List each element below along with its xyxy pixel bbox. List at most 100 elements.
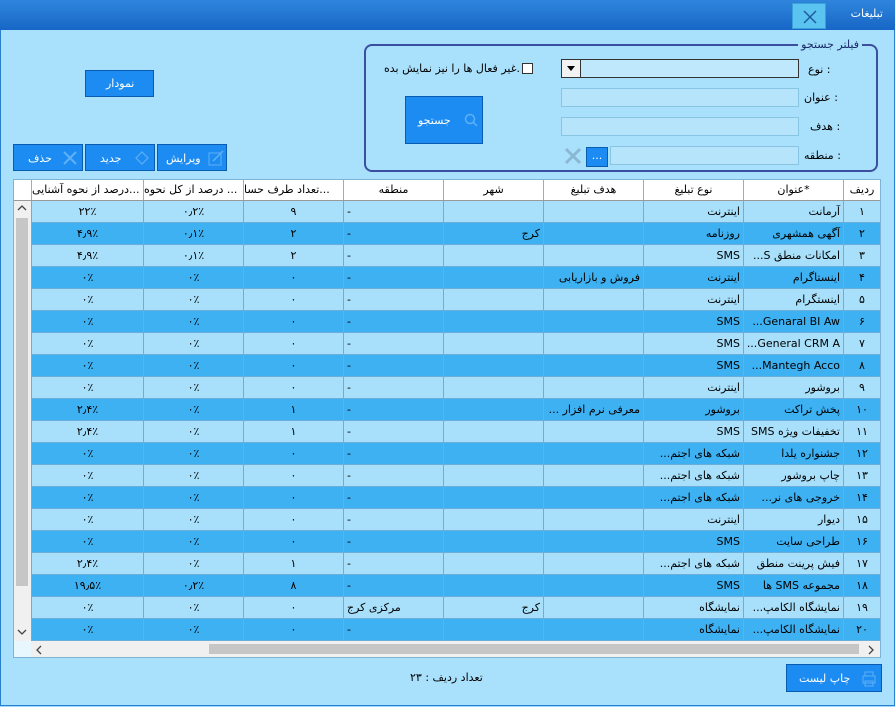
print-list-button[interactable]: چاپ لیست <box>786 664 882 692</box>
table-cell <box>443 333 543 355</box>
table-cell: ۰٫۲٪ <box>143 201 243 223</box>
table-cell <box>443 311 543 333</box>
table-cell: - <box>343 333 443 355</box>
table-row[interactable]: ۲ آگهی همشهری روزنامه کرج -۲ ۰٫۱٪ ۴٫۹٪ <box>14 223 880 245</box>
table-cell: ۱ <box>843 201 880 223</box>
table-row[interactable]: ۳ امکانات منطق S... SMS -۲ ۰٫۱٪ ۴٫۹٪ <box>14 245 880 267</box>
table-cell: ۲٫۴٪ <box>31 553 143 575</box>
chevron-down-icon[interactable] <box>561 59 581 78</box>
table-cell: امکانات منطق S... <box>743 245 843 267</box>
table-cell: پخش تراکت <box>743 399 843 421</box>
col-header[interactable]: منطقه <box>343 180 443 200</box>
scroll-down-icon[interactable] <box>17 628 27 636</box>
table-cell: ۲٫۴٪ <box>31 399 143 421</box>
scroll-left-icon[interactable] <box>35 645 43 655</box>
table-cell: طراحی سایت <box>743 531 843 553</box>
close-button[interactable] <box>792 3 826 29</box>
chart-button[interactable]: نمودار <box>85 70 154 97</box>
table-row[interactable]: ۴ اینستاگرام اینترنت فروش و بازاریابی -۰ ۰٪ ۰٪ <box>14 267 880 289</box>
table-cell: ۰ <box>243 267 343 289</box>
new-button[interactable]: جدید <box>85 144 155 171</box>
col-header[interactable]: نوع تبلیغ <box>643 180 743 200</box>
table-cell: ۲ <box>243 245 343 267</box>
col-header-label: نوع تبلیغ <box>674 183 713 196</box>
table-cell <box>543 597 643 619</box>
filter-legend: فیلتر جستجو <box>798 38 862 51</box>
vertical-scroll-thumb[interactable] <box>16 218 28 586</box>
col-header[interactable]: هدف تبلیغ <box>543 180 643 200</box>
table-row[interactable]: ۸ Mantegh Acco... SMS -۰ ۰٪ ۰٪ <box>14 355 880 377</box>
table-cell <box>543 487 643 509</box>
table-cell <box>443 509 543 531</box>
title-input[interactable] <box>561 88 799 107</box>
table-cell <box>543 465 643 487</box>
table-cell: ۰ <box>243 509 343 531</box>
col-header[interactable]: شهر <box>443 180 543 200</box>
table-cell <box>443 399 543 421</box>
table-cell <box>443 377 543 399</box>
table-cell: - <box>343 487 443 509</box>
table-cell: SMS <box>643 311 743 333</box>
table-row[interactable]: ۱۶ طراحی سایت SMS -۰ ۰٪ ۰٪ <box>14 531 880 553</box>
table-row[interactable]: ۱۷ فیش پرینت منطق شبکه های اجتم... -۱ ۰٪ ۲٫۴٪ <box>14 553 880 575</box>
clear-region-icon[interactable] <box>563 146 583 166</box>
search-button[interactable]: جستجو <box>405 96 483 144</box>
col-header[interactable]: درصد از نحوه آشنایی... <box>31 180 143 200</box>
table-row[interactable]: ۱۵ دیوار اینترنت -۰ ۰٪ ۰٪ <box>14 509 880 531</box>
table-cell: - <box>343 201 443 223</box>
table-cell: ۰ <box>243 289 343 311</box>
table-cell: آرمانت <box>743 201 843 223</box>
col-header-label: درصد از نحوه آشنایی... <box>32 183 140 196</box>
table-row[interactable]: ۷ General CRM A... SMS -۰ ۰٪ ۰٪ <box>14 333 880 355</box>
scroll-up-icon[interactable] <box>17 204 27 212</box>
ads-table[interactable]: درصد از نحوه آشنایی... درصد از کل نحوه .… <box>13 179 881 658</box>
table-row[interactable]: ۱۴ خروجی های نر... شبکه های اجتم... -۰ ۰٪ ۰٪ <box>14 487 880 509</box>
table-cell: ۵ <box>843 289 880 311</box>
edit-button[interactable]: ویرایش <box>157 144 227 171</box>
table-row[interactable]: ۱۳ چاپ بروشور شبکه های اجتم... -۰ ۰٪ ۰٪ <box>14 465 880 487</box>
table-row[interactable]: ۹ بروشور اینترنت -۰ ۰٪ ۰٪ <box>14 377 880 399</box>
col-header[interactable]: ردیف <box>843 180 880 200</box>
table-row[interactable]: ۱۲ جشنواره یلدا شبکه های اجتم... -۰ ۰٪ ۰٪ <box>14 443 880 465</box>
table-cell: ۰٪ <box>31 597 143 619</box>
region-browse-button[interactable]: ... <box>586 147 608 167</box>
table-cell: - <box>343 465 443 487</box>
table-cell: ۱۳ <box>843 465 880 487</box>
scroll-right-icon[interactable] <box>867 645 875 655</box>
col-header[interactable]: تعداد طرف حسا... <box>243 180 343 200</box>
table-row[interactable]: ۱۱ تخفیفات ویژه SMS SMS -۱ ۰٪ ۲٫۴٪ <box>14 421 880 443</box>
region-input[interactable] <box>610 146 799 165</box>
table-row[interactable]: ۵ اینستگرام اینترنت -۰ ۰٪ ۰٪ <box>14 289 880 311</box>
table-cell: - <box>343 377 443 399</box>
table-cell <box>443 553 543 575</box>
window-title: تبلیغات <box>850 7 883 20</box>
print-icon <box>862 671 876 687</box>
show-inactive-checkbox[interactable] <box>522 63 533 74</box>
show-inactive-label: غیر فعال ها را نیز نمایش بده. <box>384 62 520 75</box>
table-cell: بروشور <box>743 377 843 399</box>
table-row[interactable]: ۲۰ نمایشگاه الکامپ... نمایشگاه -۰ ۰٪ ۰٪ <box>14 619 880 641</box>
table-cell: ۰٪ <box>143 509 243 531</box>
table-cell <box>543 421 643 443</box>
type-select[interactable] <box>561 59 799 78</box>
horizontal-scrollbar[interactable] <box>31 641 880 657</box>
table-cell: ۰٫۱٪ <box>143 223 243 245</box>
table-cell: SMS <box>643 575 743 597</box>
delete-button[interactable]: حذف <box>13 144 83 171</box>
table-row[interactable]: ۱۸ مجموعه SMS ها SMS -۸ ۰٫۲٪ ۱۹٫۵٪ <box>14 575 880 597</box>
col-header[interactable]: درصد از کل نحوه ... <box>143 180 243 200</box>
table-row[interactable]: ۱ آرمانت اینترنت -۹ ۰٫۲٪ ۲۲٪ <box>14 201 880 223</box>
col-header-label: تعداد طرف حسا... <box>244 183 330 196</box>
col-header[interactable]: عنوان* <box>743 180 843 200</box>
vertical-scrollbar[interactable] <box>14 201 31 641</box>
table-cell: ۰٪ <box>143 311 243 333</box>
table-row[interactable]: ۱۰ پخش تراکت بروشور معرفی نرم افزار ... -۱ ۰٪… <box>14 399 880 421</box>
table-row[interactable]: ۶ Genaral BI Aw... SMS -۰ ۰٪ ۰٪ <box>14 311 880 333</box>
target-input[interactable] <box>561 117 799 136</box>
horizontal-scroll-thumb[interactable] <box>209 644 859 654</box>
table-cell: ۸ <box>843 355 880 377</box>
table-cell: - <box>343 245 443 267</box>
table-cell: ۰٪ <box>31 487 143 509</box>
table-cell: - <box>343 421 443 443</box>
table-row[interactable]: ۱۹ نمایشگاه الکامپ... نمایشگاه کرج مرکزی کرج… <box>14 597 880 619</box>
